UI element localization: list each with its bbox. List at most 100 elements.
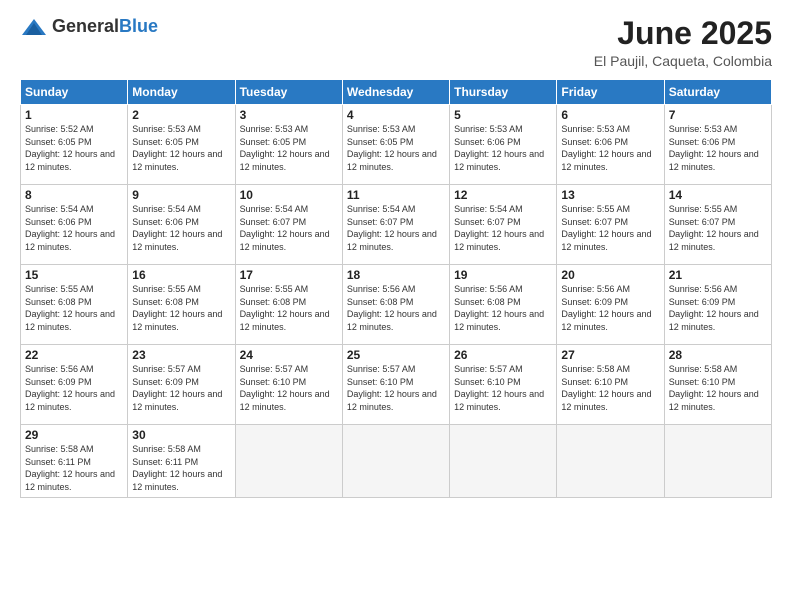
day-number: 2 (132, 108, 230, 122)
day-number: 22 (25, 348, 123, 362)
day-info: Sunrise: 5:58 AMSunset: 6:11 PMDaylight:… (25, 444, 115, 492)
col-thursday: Thursday (450, 80, 557, 105)
day-info: Sunrise: 5:53 AMSunset: 6:05 PMDaylight:… (347, 124, 437, 172)
day-info: Sunrise: 5:52 AMSunset: 6:05 PMDaylight:… (25, 124, 115, 172)
col-saturday: Saturday (664, 80, 771, 105)
calendar-cell: 8 Sunrise: 5:54 AMSunset: 6:06 PMDayligh… (21, 185, 128, 265)
day-info: Sunrise: 5:57 AMSunset: 6:10 PMDaylight:… (347, 364, 437, 412)
calendar-cell: 21 Sunrise: 5:56 AMSunset: 6:09 PMDaylig… (664, 265, 771, 345)
calendar-cell: 23 Sunrise: 5:57 AMSunset: 6:09 PMDaylig… (128, 345, 235, 425)
day-number: 4 (347, 108, 445, 122)
calendar-cell: 22 Sunrise: 5:56 AMSunset: 6:09 PMDaylig… (21, 345, 128, 425)
calendar-cell: 6 Sunrise: 5:53 AMSunset: 6:06 PMDayligh… (557, 105, 664, 185)
calendar-cell: 4 Sunrise: 5:53 AMSunset: 6:05 PMDayligh… (342, 105, 449, 185)
day-info: Sunrise: 5:56 AMSunset: 6:08 PMDaylight:… (347, 284, 437, 332)
calendar-cell: 29 Sunrise: 5:58 AMSunset: 6:11 PMDaylig… (21, 425, 128, 497)
day-number: 6 (561, 108, 659, 122)
calendar-cell: 7 Sunrise: 5:53 AMSunset: 6:06 PMDayligh… (664, 105, 771, 185)
calendar-week-row: 1 Sunrise: 5:52 AMSunset: 6:05 PMDayligh… (21, 105, 772, 185)
col-monday: Monday (128, 80, 235, 105)
day-number: 16 (132, 268, 230, 282)
logo: GeneralBlue (20, 16, 158, 37)
day-number: 17 (240, 268, 338, 282)
calendar-cell: 18 Sunrise: 5:56 AMSunset: 6:08 PMDaylig… (342, 265, 449, 345)
calendar-cell: 20 Sunrise: 5:56 AMSunset: 6:09 PMDaylig… (557, 265, 664, 345)
day-info: Sunrise: 5:53 AMSunset: 6:05 PMDaylight:… (240, 124, 330, 172)
location-title: El Paujil, Caqueta, Colombia (594, 53, 772, 69)
calendar-cell: 16 Sunrise: 5:55 AMSunset: 6:08 PMDaylig… (128, 265, 235, 345)
day-info: Sunrise: 5:55 AMSunset: 6:07 PMDaylight:… (561, 204, 651, 252)
day-number: 30 (132, 428, 230, 442)
day-info: Sunrise: 5:54 AMSunset: 6:07 PMDaylight:… (347, 204, 437, 252)
day-number: 18 (347, 268, 445, 282)
day-info: Sunrise: 5:54 AMSunset: 6:06 PMDaylight:… (25, 204, 115, 252)
calendar-cell: 12 Sunrise: 5:54 AMSunset: 6:07 PMDaylig… (450, 185, 557, 265)
day-number: 8 (25, 188, 123, 202)
day-info: Sunrise: 5:54 AMSunset: 6:07 PMDaylight:… (454, 204, 544, 252)
day-number: 5 (454, 108, 552, 122)
calendar-cell (342, 425, 449, 497)
day-info: Sunrise: 5:56 AMSunset: 6:08 PMDaylight:… (454, 284, 544, 332)
day-number: 28 (669, 348, 767, 362)
day-info: Sunrise: 5:56 AMSunset: 6:09 PMDaylight:… (669, 284, 759, 332)
calendar-cell: 24 Sunrise: 5:57 AMSunset: 6:10 PMDaylig… (235, 345, 342, 425)
day-number: 29 (25, 428, 123, 442)
day-number: 21 (669, 268, 767, 282)
day-number: 27 (561, 348, 659, 362)
calendar-week-row: 22 Sunrise: 5:56 AMSunset: 6:09 PMDaylig… (21, 345, 772, 425)
day-number: 26 (454, 348, 552, 362)
calendar-week-row: 8 Sunrise: 5:54 AMSunset: 6:06 PMDayligh… (21, 185, 772, 265)
logo-blue: Blue (119, 16, 158, 36)
calendar-week-row: 15 Sunrise: 5:55 AMSunset: 6:08 PMDaylig… (21, 265, 772, 345)
day-info: Sunrise: 5:53 AMSunset: 6:05 PMDaylight:… (132, 124, 222, 172)
col-friday: Friday (557, 80, 664, 105)
calendar-cell: 2 Sunrise: 5:53 AMSunset: 6:05 PMDayligh… (128, 105, 235, 185)
day-number: 15 (25, 268, 123, 282)
day-info: Sunrise: 5:57 AMSunset: 6:10 PMDaylight:… (240, 364, 330, 412)
calendar-cell: 15 Sunrise: 5:55 AMSunset: 6:08 PMDaylig… (21, 265, 128, 345)
month-title: June 2025 (594, 16, 772, 51)
header: GeneralBlue June 2025 El Paujil, Caqueta… (20, 16, 772, 69)
day-info: Sunrise: 5:58 AMSunset: 6:10 PMDaylight:… (561, 364, 651, 412)
day-info: Sunrise: 5:54 AMSunset: 6:07 PMDaylight:… (240, 204, 330, 252)
calendar-table: Sunday Monday Tuesday Wednesday Thursday… (20, 79, 772, 497)
calendar-cell: 3 Sunrise: 5:53 AMSunset: 6:05 PMDayligh… (235, 105, 342, 185)
col-tuesday: Tuesday (235, 80, 342, 105)
day-info: Sunrise: 5:53 AMSunset: 6:06 PMDaylight:… (561, 124, 651, 172)
calendar-cell (235, 425, 342, 497)
day-number: 1 (25, 108, 123, 122)
day-number: 19 (454, 268, 552, 282)
day-number: 24 (240, 348, 338, 362)
calendar-cell: 17 Sunrise: 5:55 AMSunset: 6:08 PMDaylig… (235, 265, 342, 345)
day-info: Sunrise: 5:53 AMSunset: 6:06 PMDaylight:… (669, 124, 759, 172)
day-number: 7 (669, 108, 767, 122)
calendar-week-row: 29 Sunrise: 5:58 AMSunset: 6:11 PMDaylig… (21, 425, 772, 497)
calendar-cell (450, 425, 557, 497)
day-info: Sunrise: 5:53 AMSunset: 6:06 PMDaylight:… (454, 124, 544, 172)
calendar-cell (557, 425, 664, 497)
day-number: 25 (347, 348, 445, 362)
day-info: Sunrise: 5:55 AMSunset: 6:08 PMDaylight:… (25, 284, 115, 332)
logo-text: GeneralBlue (52, 16, 158, 37)
calendar-cell (664, 425, 771, 497)
page: GeneralBlue June 2025 El Paujil, Caqueta… (0, 0, 792, 612)
day-info: Sunrise: 5:54 AMSunset: 6:06 PMDaylight:… (132, 204, 222, 252)
col-sunday: Sunday (21, 80, 128, 105)
calendar-cell: 10 Sunrise: 5:54 AMSunset: 6:07 PMDaylig… (235, 185, 342, 265)
calendar-cell: 19 Sunrise: 5:56 AMSunset: 6:08 PMDaylig… (450, 265, 557, 345)
calendar-cell: 26 Sunrise: 5:57 AMSunset: 6:10 PMDaylig… (450, 345, 557, 425)
day-info: Sunrise: 5:57 AMSunset: 6:09 PMDaylight:… (132, 364, 222, 412)
day-number: 11 (347, 188, 445, 202)
title-block: June 2025 El Paujil, Caqueta, Colombia (594, 16, 772, 69)
day-number: 10 (240, 188, 338, 202)
day-info: Sunrise: 5:57 AMSunset: 6:10 PMDaylight:… (454, 364, 544, 412)
day-number: 12 (454, 188, 552, 202)
calendar-cell: 11 Sunrise: 5:54 AMSunset: 6:07 PMDaylig… (342, 185, 449, 265)
calendar-cell: 27 Sunrise: 5:58 AMSunset: 6:10 PMDaylig… (557, 345, 664, 425)
calendar-cell: 14 Sunrise: 5:55 AMSunset: 6:07 PMDaylig… (664, 185, 771, 265)
logo-general: General (52, 16, 119, 36)
logo-icon (20, 17, 48, 37)
calendar-cell: 1 Sunrise: 5:52 AMSunset: 6:05 PMDayligh… (21, 105, 128, 185)
day-info: Sunrise: 5:58 AMSunset: 6:11 PMDaylight:… (132, 444, 222, 492)
day-info: Sunrise: 5:55 AMSunset: 6:08 PMDaylight:… (132, 284, 222, 332)
